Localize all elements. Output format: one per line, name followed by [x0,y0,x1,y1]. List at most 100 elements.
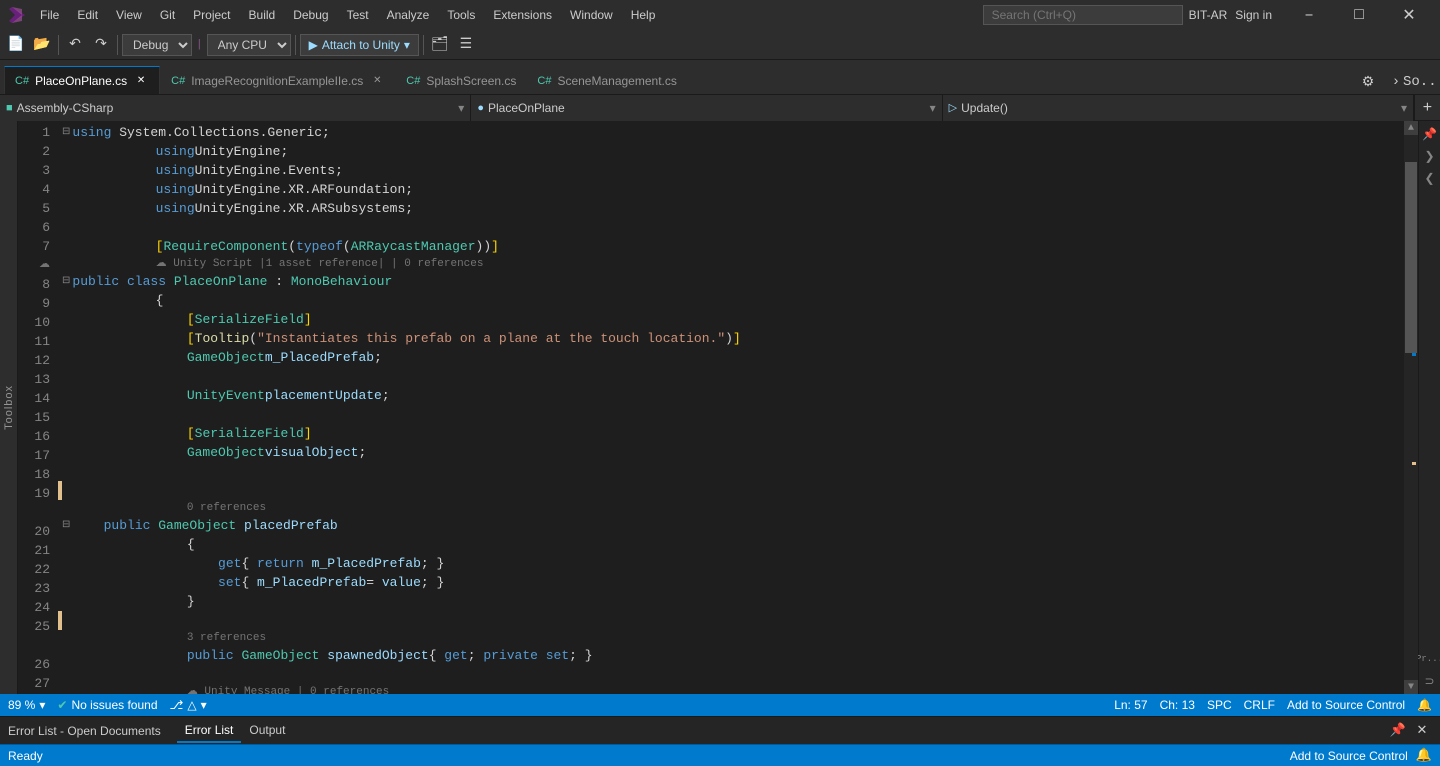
code-line-19b: 0 references [62,500,1404,516]
code-line-10: [SerializeField] [62,310,1404,329]
status-zoom[interactable]: 89 % ▾ [8,698,45,712]
method-dropdown[interactable]: ▷ Update() ▾ [943,95,1414,121]
code-line-8: ⊟public class PlaceOnPlane : MonoBehavio… [62,272,1404,291]
cs-icon-3: C# [406,75,420,87]
close-btn[interactable]: ✕ [1386,0,1432,30]
minimize-btn[interactable]: ‒ [1286,0,1332,30]
error-list-close-btn[interactable]: ✕ [1412,721,1432,741]
code-line-17: GameObject visualObject; [62,443,1404,462]
sign-in-btn[interactable]: Sign in [1235,8,1272,22]
menu-build[interactable]: Build [241,4,284,26]
code-line-25b: 3 references [62,630,1404,646]
toolbar-sep-1 [58,35,59,55]
status-no-issues[interactable]: ✔ No issues found [57,698,157,712]
tab-splashscreen[interactable]: C# SplashScreen.cs [396,66,526,94]
tab-settings-btn[interactable]: ⚙ [1356,70,1380,94]
left-arrow-btn[interactable]: ❮ [1421,169,1439,187]
pin-btn[interactable]: 📌 [1421,125,1439,143]
code-line-6 [62,218,1404,237]
code-line-23: set { m_PlacedPrefab = value; } [62,573,1404,592]
add-to-source-control-btn[interactable]: Add to Source Control [1290,749,1408,763]
tab-close-1[interactable]: ✕ [133,73,149,89]
scroll-track[interactable] [1404,135,1418,680]
solution-explorer-btn[interactable]: 🗂 [428,33,452,57]
search-input[interactable] [983,5,1183,25]
code-line-24: } [62,592,1404,611]
tab-scenemanagement[interactable]: C# SceneManagement.cs [527,66,686,94]
debug-dropdown[interactable]: Debug [122,34,192,56]
code-editor[interactable]: 1 2 3 4 5 6 7 ☁ 8 9 10 11 12 13 14 15 16… [18,121,1418,694]
code-line-20: ⊟ public GameObject placedPrefab [62,516,1404,535]
checkmark-icon: ✔ [57,698,67,712]
restore-btn[interactable]: □ [1336,0,1382,30]
play-group: ▶ Attach to Unity ▾ [300,34,419,56]
menu-debug[interactable]: Debug [285,4,336,26]
menu-edit[interactable]: Edit [69,4,106,26]
menu-view[interactable]: View [108,4,150,26]
pr-btn[interactable]: Pr... [1421,650,1439,668]
scroll-marker-3 [1412,462,1416,465]
menu-git[interactable]: Git [152,4,183,26]
right-arrow-btn[interactable]: ❯ [1421,147,1439,165]
status-col: Ch: 13 [1160,698,1195,712]
notification-icon[interactable]: 🔔 [1417,698,1432,712]
open-btn[interactable]: 📂 [30,33,54,57]
attach-unity-btn[interactable]: ▶ Attach to Unity ▾ [300,34,419,56]
cs-icon-1: C# [15,75,29,87]
menu-test[interactable]: Test [339,4,377,26]
notification-bell-icon[interactable]: 🔔 [1416,748,1432,763]
tab-close-2[interactable]: ✕ [369,73,385,89]
title-bar: File Edit View Git Project Build Debug T… [0,0,1440,30]
menu-window[interactable]: Window [562,4,621,26]
redo-btn[interactable]: ↷ [89,33,113,57]
menu-analyze[interactable]: Analyze [379,4,438,26]
code-line-19 [62,481,1404,500]
vs-logo [8,6,26,24]
menu-file[interactable]: File [32,4,67,26]
namespace-dropdown[interactable]: ● PlaceOnPlane ▾ [471,95,942,121]
menu-help[interactable]: Help [623,4,664,26]
cpu-dropdown[interactable]: Any CPU [207,34,291,56]
ready-bar: Ready Add to Source Control 🔔 [0,744,1440,766]
method-icon: ▷ [949,101,957,114]
tab-bar-right: ⚙ › So... [1356,70,1436,94]
tab-imagerecognition[interactable]: C# ImageRecognitionExampleIIe.cs ✕ [161,66,395,94]
grid-btn[interactable]: ⊃ [1421,672,1439,690]
menu-tools[interactable]: Tools [439,4,483,26]
code-line-7a: [RequireComponent(typeof(ARRaycastManage… [62,237,1404,256]
tab-placeonplane[interactable]: C# PlaceOnPlane.cs ✕ [4,66,160,94]
code-line-1: ⊟using System.Collections.Generic; [62,123,1404,142]
status-enc: SPC [1207,698,1232,712]
nav-add-btn[interactable]: + [1414,95,1440,121]
error-list-actions: 📌 ✕ [1388,721,1432,741]
error-list-tab-errors[interactable]: Error List [177,719,242,743]
code-line-18 [62,462,1404,481]
scroll-thumb[interactable] [1405,162,1417,353]
tab-sear-btn[interactable]: So... [1412,70,1436,94]
error-list-pin-btn[interactable]: 📌 [1388,721,1408,741]
code-line-9: { [62,291,1404,310]
scroll-up-btn[interactable]: ▲ [1404,121,1418,135]
window-controls: ‒ □ ✕ [1286,0,1432,30]
cs-icon-2: C# [171,75,185,87]
code-line-2: using UnityEngine; [62,142,1404,161]
ready-label: Ready [8,749,43,763]
menu-project[interactable]: Project [185,4,238,26]
menu-extensions[interactable]: Extensions [485,4,560,26]
status-bar: 89 % ▾ ✔ No issues found ⎇ △ ▾ Ln: 57 Ch… [0,694,1440,716]
undo-btn[interactable]: ↶ [63,33,87,57]
code-line-15 [62,405,1404,424]
code-line-14: UnityEvent placementUpdate; [62,386,1404,405]
code-line-16: [SerializeField] [62,424,1404,443]
error-list-tab-output[interactable]: Output [241,719,293,743]
code-line-25 [62,611,1404,630]
toolbar: 📄 📂 ↶ ↷ Debug | Any CPU ▶ Attach to Unit… [0,30,1440,60]
status-git[interactable]: ⎇ △ ▾ [170,698,207,712]
status-add-source[interactable]: Add to Source Control [1287,698,1405,712]
new-file-btn[interactable]: 📄 [4,33,28,57]
code-content[interactable]: ⊟using System.Collections.Generic; using… [58,121,1404,694]
scrollbar[interactable]: ▲ ▼ [1404,121,1418,694]
properties-btn[interactable]: ☰ [454,33,478,57]
scroll-down-btn[interactable]: ▼ [1404,680,1418,694]
assembly-dropdown[interactable]: ■ Assembly-CSharp ▾ [0,95,471,121]
